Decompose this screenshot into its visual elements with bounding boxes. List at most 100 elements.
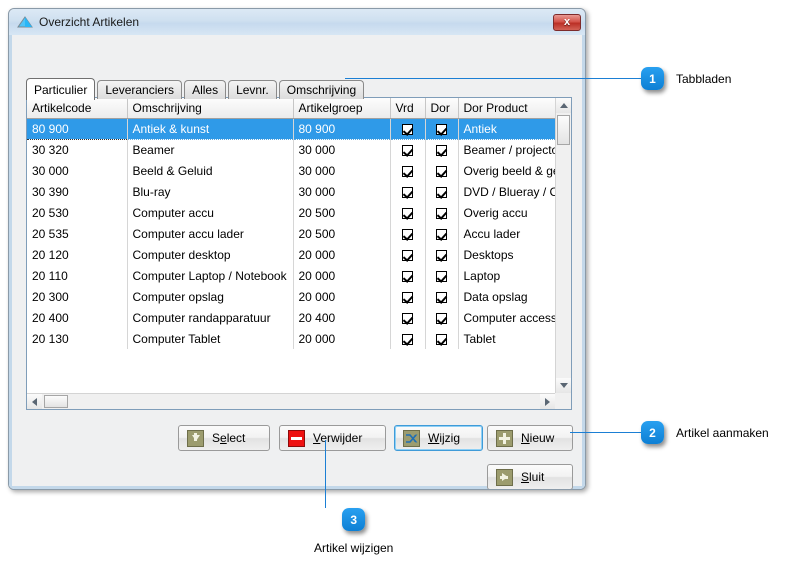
cell-dor-checkbox [425,286,459,307]
scroll-right-button[interactable] [540,394,555,409]
cell-artikelgroep: 30 000 [293,181,391,202]
scrollbar-corner [555,393,571,409]
table-row[interactable]: 20 120 Computer desktop 20 000 Desktops [27,244,558,265]
cell-artikelgroep: 20 500 [293,202,391,223]
cell-artikelgroep: 20 000 [293,265,391,286]
table-row[interactable]: 20 535 Computer accu lader 20 500 Accu lade… [27,223,558,244]
callout-3: 3 Artikel wijzigen [314,508,393,555]
checkbox-checked-icon[interactable] [402,312,413,324]
cell-artikelcode: 20 400 [27,307,128,328]
articles-grid-scroll-viewport[interactable]: Artikelcode Omschrijving Artikelgroep Vr… [27,98,571,409]
chevron-down-icon [559,383,568,388]
checkbox-checked-icon[interactable] [436,333,447,345]
checkbox-checked-icon[interactable] [436,312,447,324]
callout-2-leader-line [570,432,641,433]
table-row[interactable]: 20 530 Computer accu 20 500 Overig accu [27,202,558,223]
table-row[interactable]: 30 320 Beamer 30 000 Beamer / projector [27,139,558,160]
tab-omschrijving[interactable]: Omschrijving [278,80,365,99]
cell-vrd-checkbox [390,223,426,244]
table-row[interactable]: 30 390 Blu-ray 30 000 DVD / Blueray / CD [27,181,558,202]
checkbox-checked-icon[interactable] [436,228,447,240]
scroll-down-button[interactable] [556,378,571,393]
table-header-row: Artikelcode Omschrijving Artikelgroep Vr… [27,98,558,119]
wijzig-button-label: Wijzig [428,431,460,445]
column-header-dor-product[interactable]: Dor Product [458,98,558,119]
table-row[interactable]: 20 130 Computer Tablet 20 000 Tablet [27,328,558,349]
checkbox-checked-icon[interactable] [436,291,447,303]
checkbox-checked-icon[interactable] [436,207,447,219]
cell-artikelcode: 30 390 [27,181,128,202]
tab-leveranciers[interactable]: Leveranciers [97,80,183,99]
checkbox-checked-icon[interactable] [402,333,413,345]
checkbox-checked-icon[interactable] [436,123,447,135]
tab-particulier[interactable]: Particulier [26,78,96,100]
plus-icon [496,429,513,447]
cell-vrd-checkbox [390,202,426,223]
cell-dor-product: Laptop [458,265,558,286]
verwijder-button[interactable]: Verwijder [279,425,386,451]
table-row[interactable]: 20 400 Computer randapparatuur 20 400 Compu… [27,307,558,328]
sluit-button[interactable]: Sluit [487,464,573,489]
cell-vrd-checkbox [390,160,426,181]
cell-dor-checkbox [425,139,459,160]
checkbox-checked-icon[interactable] [436,270,447,282]
checkbox-checked-icon[interactable] [436,165,447,177]
window-client-area: Particulier Leveranciers Alles Levnr. Om… [9,35,585,489]
checkbox-checked-icon[interactable] [436,186,447,198]
table-row[interactable]: 30 000 Beeld & Geluid 30 000 Overig beeld &… [27,160,558,181]
checkbox-checked-icon[interactable] [402,165,413,177]
cell-dor-checkbox [425,307,459,328]
checkbox-checked-icon[interactable] [402,145,413,157]
cell-vrd-checkbox [390,181,426,202]
cell-artikelcode: 20 530 [27,202,128,223]
checkbox-checked-icon[interactable] [402,291,413,303]
checkbox-checked-icon[interactable] [402,249,413,261]
callout-3-badge[interactable]: 3 [342,508,366,531]
close-icon[interactable]: x [553,13,581,31]
cell-vrd-checkbox [390,265,426,286]
checkbox-checked-icon[interactable] [436,249,447,261]
column-header-vrd[interactable]: Vrd [390,98,426,119]
select-button[interactable]: Select [178,425,270,451]
cell-vrd-checkbox [390,244,426,265]
cell-omschrijving: Computer opslag [127,286,294,307]
cell-artikelcode: 20 300 [27,286,128,307]
column-header-omschrijving[interactable]: Omschrijving [127,98,294,119]
cell-dor-checkbox [425,265,459,286]
nieuw-button[interactable]: Nieuw [487,425,573,451]
table-row[interactable]: 80 900 Antiek & kunst 80 900 Antiek [27,117,558,140]
checkbox-checked-icon[interactable] [402,207,413,219]
callout-2: 2 Artikel aanmaken [641,421,769,444]
callout-2-badge[interactable]: 2 [641,421,664,444]
checkbox-checked-icon[interactable] [402,123,413,135]
table-row[interactable]: 20 110 Computer Laptop / Notebook 20 000 La… [27,265,558,286]
column-header-artikelcode[interactable]: Artikelcode [27,98,128,119]
scroll-left-button[interactable] [27,394,42,409]
table-row[interactable]: 20 300 Computer opslag 20 000 Data opslag [27,286,558,307]
column-header-dor[interactable]: Dor [425,98,459,119]
scroll-up-button[interactable] [556,98,571,113]
cell-dor-product: Data opslag [458,286,558,307]
column-header-artikelgroep[interactable]: Artikelgroep [293,98,391,119]
cell-dor-checkbox [425,160,459,181]
horizontal-scroll-thumb[interactable] [44,395,68,408]
triangle-icon [17,14,33,30]
tab-levnr[interactable]: Levnr. [228,80,277,99]
cell-artikelcode: 20 120 [27,244,128,265]
cell-dor-product: DVD / Blueray / CD [458,181,558,202]
cell-omschrijving: Blu-ray [127,181,294,202]
window-body: Particulier Leveranciers Alles Levnr. Om… [12,35,582,489]
cell-dor-checkbox [425,328,459,349]
vertical-scrollbar[interactable] [555,98,571,393]
callout-1-badge[interactable]: 1 [641,67,664,90]
horizontal-scrollbar[interactable] [27,393,555,409]
tab-alles[interactable]: Alles [184,80,227,99]
cell-artikelgroep: 20 000 [293,244,391,265]
checkbox-checked-icon[interactable] [436,145,447,157]
checkbox-checked-icon[interactable] [402,186,413,198]
articles-table-body: 80 900 Antiek & kunst 80 900 Antiek 30 320 Be… [27,117,558,349]
vertical-scroll-thumb[interactable] [557,115,570,145]
checkbox-checked-icon[interactable] [402,228,413,240]
wijzig-button[interactable]: Wijzig [394,425,483,451]
checkbox-checked-icon[interactable] [402,270,413,282]
